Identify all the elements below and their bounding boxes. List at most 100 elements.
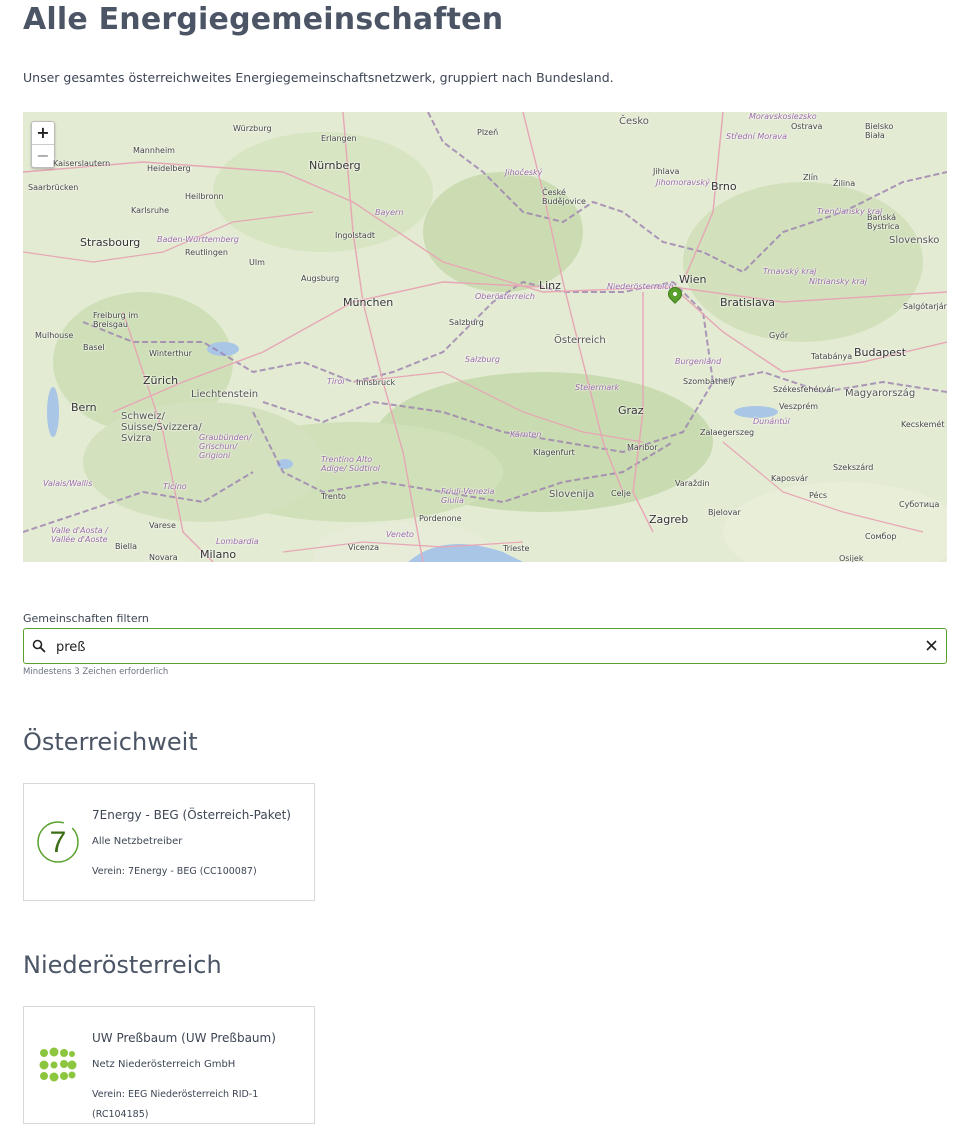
- map-label: Graubünden/ Grischun/ Grigioni: [199, 433, 252, 460]
- close-icon[interactable]: [925, 639, 938, 652]
- map-label: Zalaegerszeg: [700, 428, 755, 437]
- map-label: Salzburg: [449, 318, 484, 327]
- zoom-in-button[interactable]: +: [32, 122, 54, 144]
- map-label: Bayern: [375, 208, 404, 217]
- zoom-control: + −: [31, 121, 55, 168]
- map-label: Heidelberg: [147, 164, 191, 173]
- map-label: Strasbourg: [80, 236, 141, 249]
- map-label: Liechtenstein: [191, 389, 259, 400]
- map-label: Nitriansky kraj: [809, 277, 867, 286]
- map-label: Klagenfurt: [533, 448, 575, 457]
- map-label: Pordenone: [419, 514, 462, 523]
- map-label: Celje: [611, 489, 631, 498]
- page-subtitle: Unser gesamtes österreichweites Energieg…: [23, 70, 614, 85]
- map-label: Tatabánya: [811, 352, 853, 361]
- map-label: Kecskemét: [901, 420, 945, 429]
- map-label: Brno: [711, 180, 737, 193]
- map-label: Winterthur: [149, 349, 192, 358]
- map-label: Lombardia: [216, 537, 259, 546]
- map-label: Tirol: [327, 377, 345, 386]
- filter-label: Gemeinschaften filtern: [23, 612, 149, 625]
- map-label: Innsbruck: [356, 378, 396, 387]
- map-label: Trieste: [503, 544, 530, 553]
- map-label: Zürich: [143, 374, 179, 387]
- community-card[interactable]: UW Preßbaum (UW Preßbaum) Netz Niederöst…: [23, 1006, 315, 1124]
- map-label: Jihomoravský: [656, 178, 710, 187]
- map-label: Varese: [149, 521, 176, 530]
- map-label: Pécs: [809, 491, 828, 500]
- svg-text:7: 7: [50, 826, 67, 859]
- map-label: Wien: [679, 273, 707, 286]
- map-label: Karlsruhe: [131, 206, 170, 215]
- map-label: Graz: [618, 404, 644, 417]
- map-label: Basel: [83, 343, 105, 352]
- map-label: Győr: [769, 331, 789, 340]
- map-label: Veneto: [386, 530, 414, 539]
- filter-search-box: [23, 628, 947, 664]
- map-label: Reutlingen: [185, 248, 228, 257]
- zoom-out-button[interactable]: −: [32, 144, 54, 167]
- map-label: Valais/Wallis: [43, 479, 93, 488]
- map-label: Plzeň: [477, 128, 499, 137]
- map-label: Trento: [321, 492, 346, 501]
- map-label: Zlín: [803, 173, 818, 182]
- map-label: Ostrava: [791, 122, 823, 131]
- card-verein: Verein: EEG Niederösterreich RID-1 (RC10…: [92, 1089, 259, 1120]
- card-operator: Alle Netzbetreiber: [92, 836, 183, 847]
- map-label: Schweiz/ Suisse/Svizzera/ Svizra: [121, 411, 202, 444]
- map-label: Friuli-Venezia Giulia: [441, 487, 495, 505]
- card-name: UW Preßbaum (UW Preßbaum): [92, 1031, 276, 1045]
- map-label: Niederösterreich: [607, 282, 674, 291]
- map-label: Novara: [149, 553, 178, 562]
- map-label: Budapest: [854, 346, 907, 359]
- map-label: Kärnten: [510, 430, 542, 439]
- map-label: Dunántúl: [753, 417, 790, 426]
- community-map[interactable]: + − Česko Plzeň Würzburg Erlangen Mannhe…: [23, 112, 947, 562]
- map-label: Trenčiansky kraj: [817, 207, 883, 216]
- map-label: Saarbrücken: [28, 183, 79, 192]
- map-label: Žilina: [833, 179, 856, 188]
- map-label: München: [343, 296, 394, 309]
- map-label: Magyarország: [845, 388, 916, 399]
- map-label: Oberösterreich: [475, 292, 535, 301]
- map-label: Szekszárd: [833, 463, 874, 472]
- search-icon: [32, 639, 46, 653]
- filter-input[interactable]: [54, 635, 918, 659]
- map-label: Česko: [619, 116, 649, 127]
- map-label: Kaiserslautern: [53, 159, 111, 168]
- map-label: Augsburg: [301, 274, 340, 283]
- map-label: Linz: [539, 279, 561, 292]
- map-label: Székesfehérvár: [773, 385, 835, 394]
- map-label: Salgótarján: [903, 302, 947, 311]
- map-label: Veszprém: [779, 402, 819, 411]
- map-label: Steiermark: [575, 383, 620, 392]
- map-label: Valle d'Aosta / Vallée d'Aoste: [51, 526, 108, 544]
- card-name: 7Energy - BEG (Österreich-Paket): [92, 808, 291, 822]
- map-label: Erlangen: [321, 134, 357, 143]
- section-title-oesterreichweit: Österreichweit: [23, 728, 198, 756]
- map-label: Nürnberg: [309, 159, 361, 172]
- map-label: Salzburg: [465, 355, 500, 364]
- map-label: Суботица: [899, 500, 940, 509]
- map-label: Kaposvár: [771, 474, 809, 483]
- map-label: Bielsko Biała: [865, 122, 894, 140]
- map-label: Ulm: [249, 258, 265, 267]
- map-label: Moravskoslezsko: [749, 112, 817, 121]
- map-label: Bratislava: [720, 296, 775, 309]
- map-label: Varaždin: [675, 479, 710, 488]
- map-label: Jihlava: [653, 167, 680, 176]
- section-title-niederoesterreich: Niederösterreich: [23, 951, 222, 979]
- map-label: Vicenza: [348, 543, 380, 552]
- card-operator: Netz Niederösterreich GmbH: [92, 1059, 236, 1070]
- map-label: Freiburg im Breisgau: [93, 311, 139, 329]
- card-verein: Verein: 7Energy - BEG (CC100087): [92, 866, 257, 877]
- dots-logo: [39, 1047, 77, 1082]
- filter-hint: Mindestens 3 Zeichen erforderlich: [23, 667, 169, 677]
- map-label: Zagreb: [649, 513, 689, 526]
- map-label: Szombathely: [683, 377, 736, 386]
- community-card[interactable]: 7 7Energy - BEG (Österreich-Paket) Alle …: [23, 783, 315, 901]
- map-label: Würzburg: [233, 124, 272, 133]
- map-label: Bjelovar: [708, 508, 741, 517]
- 7energy-logo: 7: [37, 821, 79, 863]
- map-label: Trnavský kraj: [763, 267, 817, 276]
